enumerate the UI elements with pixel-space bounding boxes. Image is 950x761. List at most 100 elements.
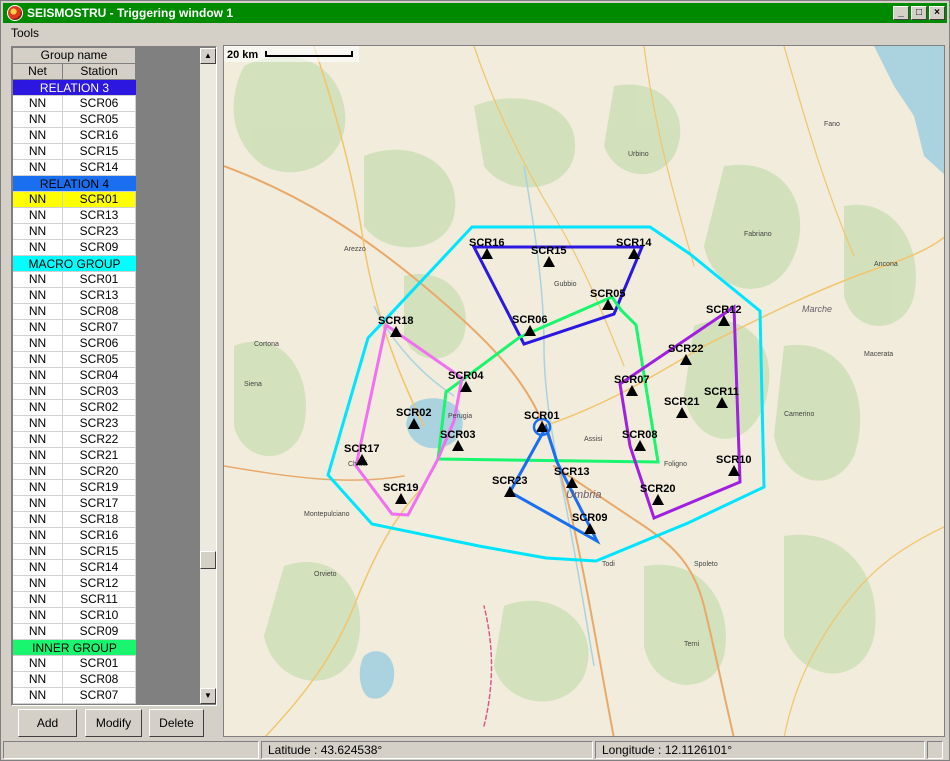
town-label: Orvieto	[314, 571, 337, 578]
table-row[interactable]: NN SCR02	[13, 400, 136, 416]
net-cell: NN	[13, 304, 63, 319]
net-cell: NN	[13, 240, 63, 255]
table-row[interactable]: NN SCR17	[13, 496, 136, 512]
table-row[interactable]: NN SCR06	[13, 96, 136, 112]
station-label: SCR01	[524, 410, 559, 422]
station-cell: SCR08	[63, 304, 136, 319]
close-button[interactable]: ×	[929, 6, 945, 20]
scroll-up-button[interactable]: ▲	[200, 48, 216, 64]
net-cell: NN	[13, 656, 63, 671]
station-cell: SCR01	[63, 192, 136, 207]
station-cell: SCR10	[63, 608, 136, 623]
map-view[interactable]: Umbria Marche Arezzo Cortona Perugia Assisi…	[223, 45, 945, 737]
table-row[interactable]: NN SCR14	[13, 160, 136, 176]
table-row[interactable]: NN SCR22	[13, 432, 136, 448]
table-row[interactable]: NN SCR01	[13, 272, 136, 288]
net-cell: NN	[13, 432, 63, 447]
town-label: Fano	[824, 121, 840, 128]
town-label: Montepulciano	[304, 511, 350, 518]
table-row[interactable]: NN SCR12	[13, 576, 136, 592]
town-label: Perugia	[448, 413, 472, 420]
table-row[interactable]: NN SCR16	[13, 528, 136, 544]
station-label: SCR16	[469, 237, 504, 249]
station-cell: SCR05	[63, 112, 136, 127]
net-cell: NN	[13, 624, 63, 639]
net-cell: NN	[13, 160, 63, 175]
net-cell: NN	[13, 480, 63, 495]
table-row[interactable]: NN SCR10	[13, 608, 136, 624]
title-bar[interactable]: SEISMOSTRU - Triggering window 1 _ □ ×	[3, 3, 947, 23]
table-row[interactable]: NN SCR19	[13, 480, 136, 496]
delete-button[interactable]: Delete	[149, 709, 204, 737]
station-column-header[interactable]: Station	[63, 64, 136, 79]
group-row[interactable]: MACRO GROUP	[13, 256, 136, 272]
net-cell: NN	[13, 512, 63, 527]
station-label: SCR11	[704, 386, 739, 398]
table-row[interactable]: NN SCR03	[13, 384, 136, 400]
town-label: Terni	[684, 641, 700, 648]
maximize-button[interactable]: □	[911, 6, 927, 20]
region-label-umbria: Umbria	[566, 489, 601, 501]
scroll-thumb[interactable]	[200, 551, 216, 569]
group-row[interactable]: RELATION 3	[13, 80, 136, 96]
table-row[interactable]: NN SCR05	[13, 352, 136, 368]
station-label: SCR21	[664, 396, 699, 408]
table-row[interactable]: NN SCR07	[13, 688, 136, 704]
station-cell: SCR01	[63, 272, 136, 287]
table-row[interactable]: NN SCR20	[13, 464, 136, 480]
table-row[interactable]: NN SCR18	[13, 512, 136, 528]
table-row[interactable]: NN SCR13	[13, 288, 136, 304]
add-button[interactable]: Add	[18, 709, 77, 737]
table-row[interactable]: NN SCR05	[13, 112, 136, 128]
table-row[interactable]: NN SCR01	[13, 656, 136, 672]
net-cell: NN	[13, 144, 63, 159]
group-row[interactable]: INNER GROUP	[13, 640, 136, 656]
net-cell: NN	[13, 192, 63, 207]
table-scrollbar[interactable]: ▲ ▼	[200, 48, 216, 704]
resize-grip-icon[interactable]	[927, 741, 943, 759]
window-title: SEISMOSTRU - Triggering window 1	[27, 6, 234, 20]
net-cell: NN	[13, 560, 63, 575]
status-bar: Latitude : 43.624538° Longitude : 12.112…	[3, 741, 947, 759]
table-row[interactable]: NN SCR16	[13, 128, 136, 144]
table-row[interactable]: NN SCR23	[13, 416, 136, 432]
station-cell: SCR06	[63, 96, 136, 111]
table-row[interactable]: NN SCR15	[13, 544, 136, 560]
table-row[interactable]: NN SCR08	[13, 304, 136, 320]
table-row[interactable]: NN SCR14	[13, 560, 136, 576]
net-cell: NN	[13, 608, 63, 623]
station-label: SCR06	[512, 314, 547, 326]
modify-button[interactable]: Modify	[85, 709, 142, 737]
table-row[interactable]: NN SCR21	[13, 448, 136, 464]
net-column-header[interactable]: Net	[13, 64, 63, 79]
group-row[interactable]: RELATION 4	[13, 176, 136, 192]
minimize-button[interactable]: _	[893, 6, 909, 20]
table-row[interactable]: NN SCR11	[13, 592, 136, 608]
table-row[interactable]: NN SCR04	[13, 368, 136, 384]
scroll-down-button[interactable]: ▼	[200, 688, 216, 704]
table-row[interactable]: NN SCR13	[13, 208, 136, 224]
table-row[interactable]: NN SCR07	[13, 320, 136, 336]
table-row[interactable]: NN SCR06	[13, 336, 136, 352]
map-canvas[interactable]: Umbria Marche Arezzo Cortona Perugia Assisi…	[224, 46, 945, 737]
station-group-table[interactable]: Group name Net Station RELATION 3 NN SCR06…	[13, 48, 136, 704]
menu-tools[interactable]: Tools	[3, 26, 47, 40]
station-cell: SCR16	[63, 128, 136, 143]
table-row[interactable]: NN SCR09	[13, 624, 136, 640]
station-cell: SCR14	[63, 560, 136, 575]
longitude-readout: Longitude : 12.1126101°	[595, 741, 925, 759]
net-cell: NN	[13, 688, 63, 703]
table-row[interactable]: NN SCR15	[13, 144, 136, 160]
net-cell: NN	[13, 672, 63, 687]
station-cell: SCR23	[63, 224, 136, 239]
table-row[interactable]: NN SCR08	[13, 672, 136, 688]
table-row[interactable]: NN SCR23	[13, 224, 136, 240]
town-label: Cortona	[254, 341, 279, 348]
town-label: Macerata	[864, 351, 893, 358]
station-cell: SCR15	[63, 144, 136, 159]
table-row[interactable]: NN SCR09	[13, 240, 136, 256]
town-label: Siena	[244, 381, 262, 388]
station-label: SCR23	[492, 475, 527, 487]
station-label: SCR13	[554, 466, 589, 478]
table-row[interactable]: NN SCR01	[13, 192, 136, 208]
